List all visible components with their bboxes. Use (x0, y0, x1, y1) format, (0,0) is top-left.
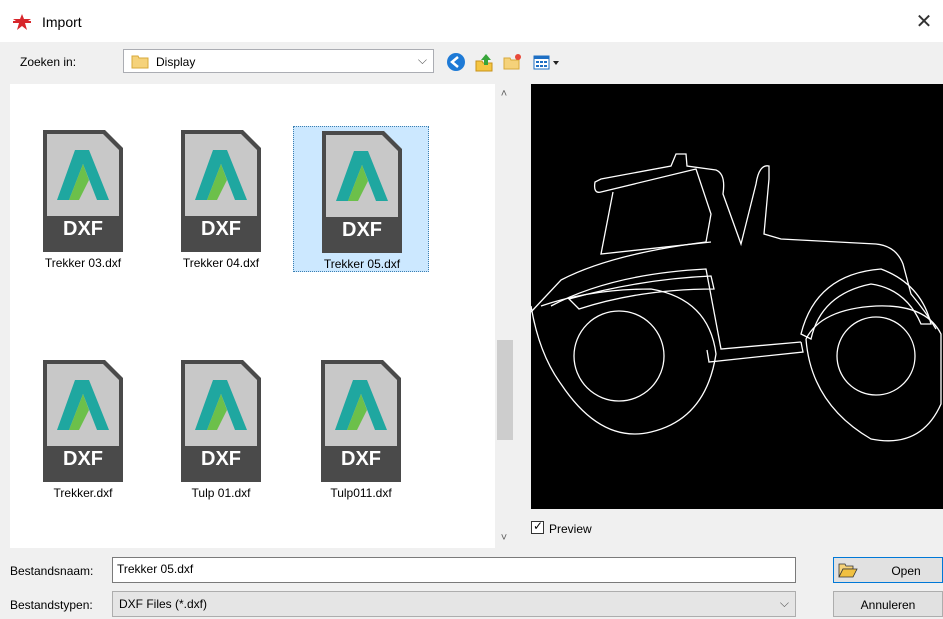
scroll-down-icon[interactable]: ˅ (495, 532, 513, 544)
preview-checkbox[interactable]: ✓ (531, 519, 544, 534)
file-list[interactable]: DXF Trekker 03.dxf DXF Trekker 04.dxf DX… (10, 84, 495, 548)
file-type-badge: DXF (201, 448, 241, 470)
close-button[interactable]: ✕ (905, 0, 943, 42)
checkmark-icon: ✓ (533, 519, 544, 533)
view-menu-icon[interactable] (532, 52, 562, 72)
folder-icon (131, 55, 149, 69)
file-name: Tulp 01.dxf (191, 486, 251, 500)
file-item[interactable]: DXF Trekker 03.dxf (15, 126, 151, 272)
filename-input[interactable]: Trekker 05.dxf (112, 557, 796, 583)
open-button[interactable]: Open (833, 557, 943, 583)
app-logo-icon (13, 14, 31, 30)
vertical-scrollbar[interactable]: ˄ ˅ (495, 84, 513, 548)
look-in-label: Zoeken in: (20, 55, 77, 69)
chevron-down-icon: ⌵ (417, 53, 427, 67)
file-name: Trekker 03.dxf (44, 256, 122, 270)
look-in-value: Display (156, 55, 196, 69)
file-type-badge: DXF (341, 448, 381, 470)
preview-pane (530, 84, 943, 509)
file-name: Trekker 04.dxf (182, 256, 260, 270)
cancel-button[interactable]: Annuleren (833, 591, 943, 617)
open-button-label: Open (891, 564, 921, 578)
window-title: Import (42, 14, 82, 30)
filetype-value: DXF Files (*.dxf) (119, 597, 208, 611)
file-name: Trekker.dxf (53, 486, 113, 500)
chevron-down-icon: ⌵ (779, 596, 789, 610)
tractor-preview-image (530, 153, 942, 442)
file-item-selected[interactable]: DXF Trekker 05.dxf (293, 126, 429, 272)
filetype-dropdown[interactable]: DXF Files (*.dxf) ⌵ (112, 591, 796, 617)
file-item[interactable]: DXF Trekker 04.dxf (153, 126, 289, 272)
file-type-badge: DXF (63, 448, 103, 470)
file-type-badge: DXF (201, 218, 241, 240)
open-folder-icon (838, 563, 858, 578)
title-bar: Import ✕ (0, 0, 943, 42)
new-folder-icon[interactable] (502, 52, 522, 72)
file-item[interactable]: DXF Trekker.dxf (15, 356, 151, 502)
up-folder-icon[interactable] (474, 52, 494, 72)
file-name: Tulp011.dxf (330, 486, 392, 500)
preview-label: Preview (549, 522, 592, 536)
filetype-label: Bestandstypen: (10, 598, 93, 612)
back-icon[interactable] (446, 52, 466, 72)
file-item[interactable]: DXF Tulp011.dxf (293, 356, 429, 502)
filename-label: Bestandsnaam: (10, 564, 94, 578)
file-type-badge: DXF (63, 218, 103, 240)
scrollbar-thumb[interactable] (497, 340, 513, 440)
close-icon: ✕ (915, 10, 933, 33)
file-name: Trekker 05.dxf (323, 257, 401, 271)
file-type-badge: DXF (342, 219, 382, 241)
file-item[interactable]: DXF Tulp 01.dxf (153, 356, 289, 502)
look-in-dropdown[interactable]: Display ⌵ (123, 49, 434, 73)
scroll-up-icon[interactable]: ˄ (495, 88, 513, 100)
